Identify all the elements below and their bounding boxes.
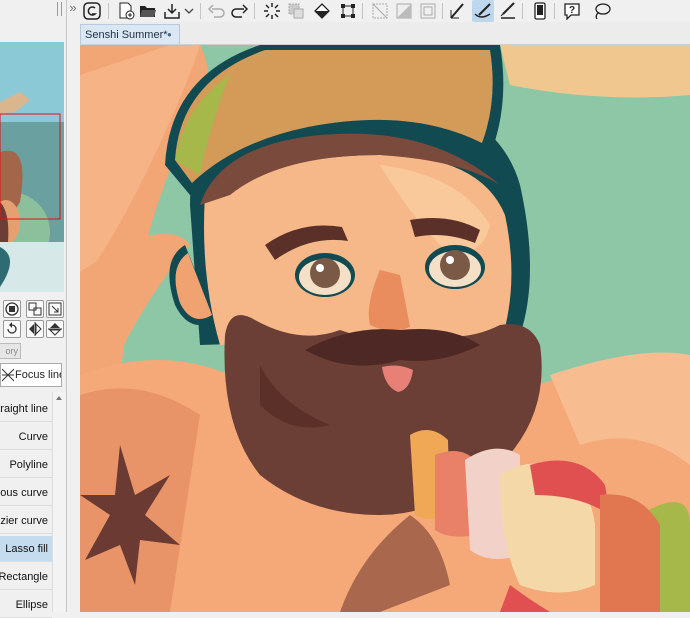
subtool-straight-line[interactable]: traight line bbox=[0, 396, 52, 422]
lasso-button[interactable] bbox=[592, 0, 612, 22]
transform-icon bbox=[341, 4, 355, 18]
document-tab-strip: Senshi Summer* ● bbox=[80, 22, 690, 45]
focus-line-button[interactable]: Focus line bbox=[0, 363, 62, 387]
redo-button[interactable] bbox=[230, 0, 250, 22]
clear-button[interactable] bbox=[262, 0, 282, 22]
invert-selection-button[interactable] bbox=[394, 0, 414, 22]
selection-border-icon bbox=[420, 3, 436, 19]
vector-brush-button[interactable] bbox=[472, 0, 494, 22]
deselect-icon bbox=[372, 3, 388, 19]
document-title: Senshi Summer* bbox=[85, 29, 168, 41]
collapse-panel-icon[interactable]: » bbox=[66, 0, 80, 18]
vector-eraser-icon bbox=[500, 2, 515, 19]
app-logo-icon bbox=[83, 2, 101, 20]
subtool-lasso-fill[interactable]: Lasso fill bbox=[0, 536, 52, 562]
document-tab[interactable]: Senshi Summer* ● bbox=[80, 24, 180, 44]
subtool-curve[interactable]: Curve bbox=[0, 424, 52, 450]
stop-icon bbox=[5, 302, 19, 316]
rotate-icon bbox=[7, 322, 17, 334]
modified-dot-icon[interactable]: ● bbox=[167, 30, 172, 39]
scroll-up-arrow-icon[interactable] bbox=[53, 392, 65, 404]
history-tab[interactable]: ory bbox=[0, 343, 21, 359]
smartphone-button[interactable] bbox=[530, 0, 550, 22]
subtool-polyline[interactable]: Polyline bbox=[0, 452, 52, 478]
save-options-dropdown[interactable] bbox=[182, 0, 196, 22]
redo-icon bbox=[231, 4, 249, 18]
expand-icon bbox=[48, 302, 62, 316]
panel-grip[interactable] bbox=[57, 2, 63, 16]
navigator-preview[interactable] bbox=[0, 42, 64, 292]
flip-vertical-button[interactable] bbox=[46, 320, 64, 338]
selection-border-button[interactable] bbox=[418, 0, 438, 22]
vector-eraser-button[interactable] bbox=[498, 0, 518, 22]
vector-pen-icon bbox=[450, 3, 464, 19]
lasso-icon bbox=[595, 3, 611, 20]
new-canvas-icon bbox=[119, 2, 135, 20]
subtool-scrollbar[interactable] bbox=[52, 392, 65, 612]
navigator-thumbnail bbox=[0, 42, 64, 292]
clear-selection-icon bbox=[264, 3, 280, 19]
transform-button[interactable] bbox=[338, 0, 358, 22]
help-button[interactable]: ? bbox=[562, 0, 582, 22]
focus-line-label: Focus line bbox=[15, 369, 62, 381]
clear-outside-icon bbox=[288, 3, 304, 19]
flip-horizontal-icon bbox=[29, 322, 42, 336]
app-logo-button[interactable] bbox=[82, 0, 102, 22]
subtool-continuous-curve[interactable]: ous curve bbox=[0, 480, 52, 506]
subtool-list: traight line Curve Polyline ous curve ez… bbox=[0, 396, 52, 618]
save-icon bbox=[164, 4, 180, 19]
stop-rotate-button[interactable] bbox=[3, 300, 21, 318]
vector-brush-icon bbox=[474, 3, 491, 18]
deselect-button[interactable] bbox=[370, 0, 390, 22]
undo-button[interactable] bbox=[206, 0, 226, 22]
chevron-down-icon bbox=[184, 8, 194, 14]
subtool-ellipse[interactable]: Ellipse bbox=[0, 592, 52, 618]
smartphone-icon bbox=[534, 2, 546, 20]
artwork bbox=[80, 45, 690, 612]
focus-line-icon bbox=[2, 368, 14, 382]
fit-icon bbox=[28, 302, 42, 316]
zoom-fill-button[interactable] bbox=[46, 300, 64, 318]
open-button[interactable] bbox=[138, 0, 158, 22]
fill-icon bbox=[314, 3, 330, 19]
subtool-rectangle[interactable]: Rectangle bbox=[0, 564, 52, 590]
rotate-reset-button[interactable] bbox=[3, 320, 21, 338]
svg-text:?: ? bbox=[569, 5, 575, 16]
undo-icon bbox=[207, 4, 225, 18]
navigator-buttons bbox=[0, 298, 66, 340]
fill-button[interactable] bbox=[312, 0, 332, 22]
flip-vertical-icon bbox=[48, 323, 62, 336]
clear-outside-button[interactable] bbox=[286, 0, 306, 22]
subtool-bezier-curve[interactable]: ezier curve bbox=[0, 508, 52, 534]
zoom-fit-button[interactable] bbox=[26, 300, 44, 318]
new-canvas-button[interactable] bbox=[116, 0, 136, 22]
save-button[interactable] bbox=[162, 0, 182, 22]
invert-selection-icon bbox=[396, 3, 412, 19]
command-bar: ? bbox=[80, 0, 690, 22]
help-icon: ? bbox=[564, 3, 580, 20]
canvas[interactable] bbox=[80, 45, 690, 612]
vector-pen-button[interactable] bbox=[448, 0, 468, 22]
left-panel: ory Focus line traight line Curve Polyli… bbox=[0, 0, 67, 618]
flip-horizontal-button[interactable] bbox=[26, 320, 44, 338]
open-folder-icon bbox=[140, 6, 156, 17]
